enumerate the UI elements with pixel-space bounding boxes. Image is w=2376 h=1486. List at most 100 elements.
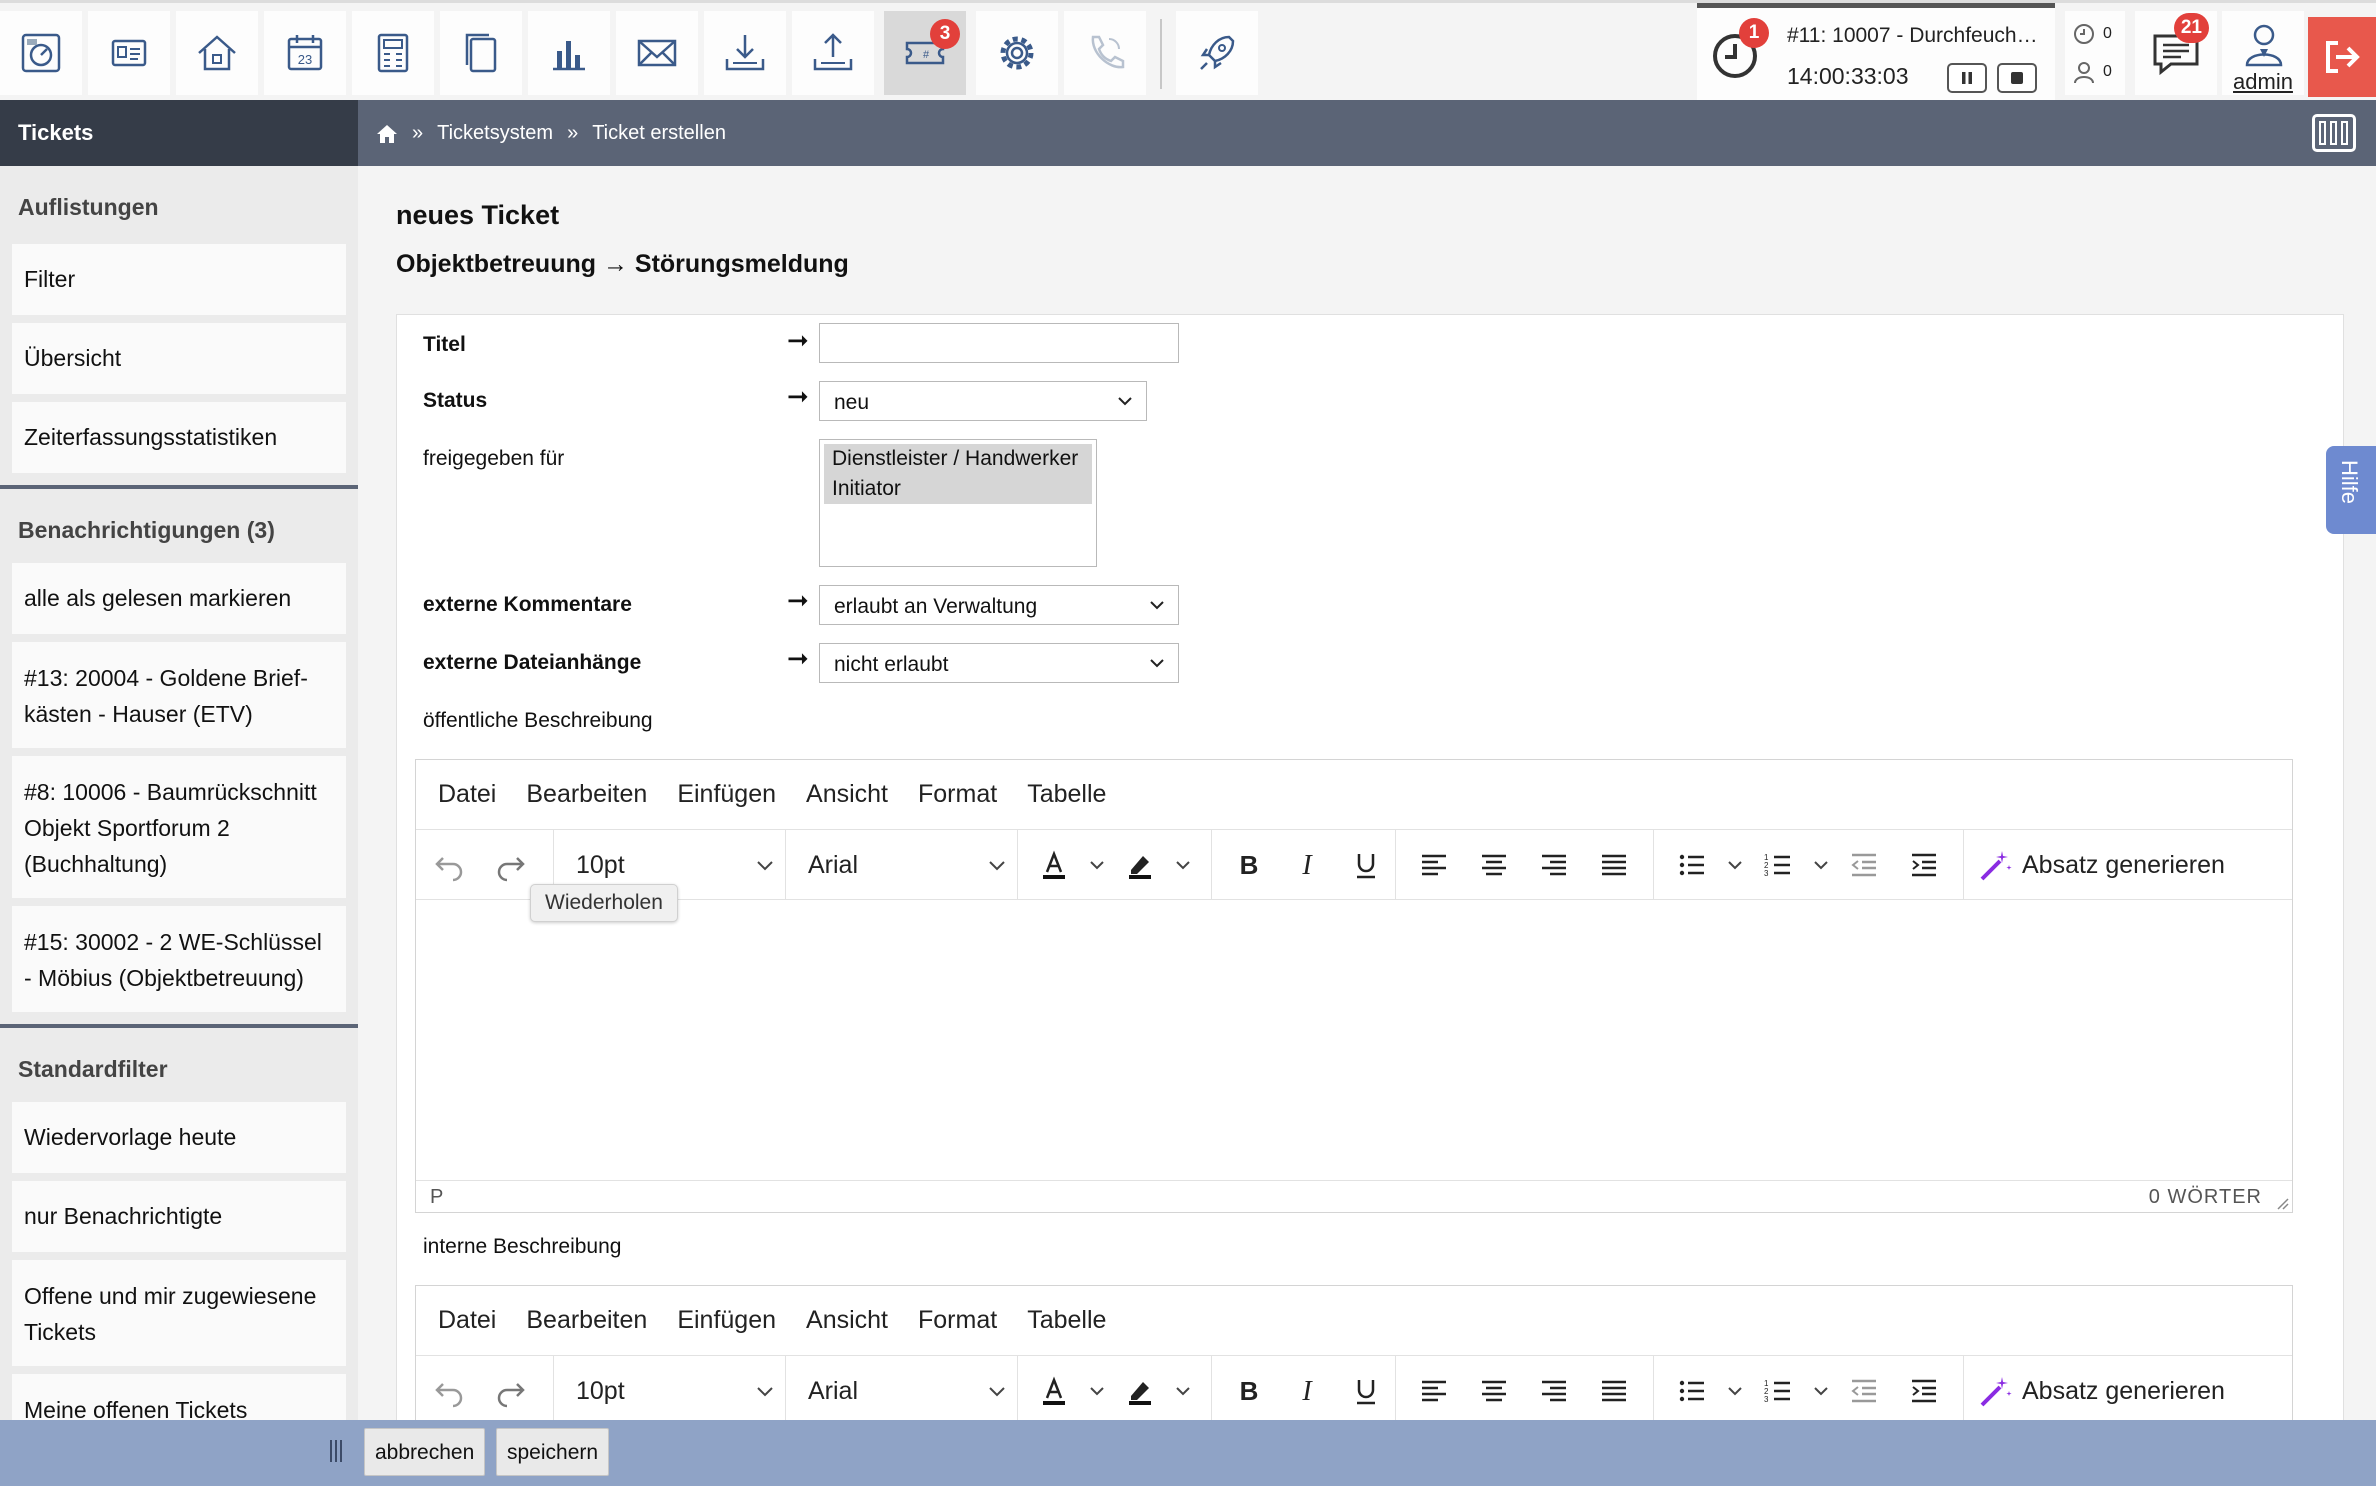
- settings-icon[interactable]: [976, 11, 1058, 95]
- bold-icon[interactable]: B: [1227, 1368, 1271, 1414]
- indent-icon[interactable]: [1901, 1368, 1947, 1414]
- editor-menu-file[interactable]: Datei: [438, 1306, 496, 1335]
- align-center-icon[interactable]: [1471, 1368, 1517, 1414]
- resize-handle-icon[interactable]: [2273, 1194, 2289, 1210]
- chevron-down-icon[interactable]: [1086, 1368, 1108, 1414]
- outdent-icon[interactable]: [1841, 1368, 1887, 1414]
- shared-with-listbox[interactable]: Dienstleister / Handwerker Initiator: [819, 439, 1097, 567]
- underline-icon[interactable]: [1344, 842, 1388, 888]
- help-tab[interactable]: Hilfe: [2326, 446, 2376, 534]
- highlight-color-icon[interactable]: [1117, 842, 1163, 888]
- editor-menu-view[interactable]: Ansicht: [806, 780, 888, 809]
- align-right-icon[interactable]: [1531, 1368, 1577, 1414]
- sidebar-item-mark-all-read[interactable]: alle als gelesen markieren: [12, 563, 346, 634]
- home-icon[interactable]: [376, 124, 398, 144]
- sidebar-notification-item[interactable]: #15: 30002 - 2 WE-Schlüssel - Möbius (Ob…: [12, 906, 346, 1012]
- align-justify-icon[interactable]: [1591, 842, 1637, 888]
- sidebar-item-due-today[interactable]: Wiedervorlage heute: [12, 1102, 346, 1173]
- align-left-icon[interactable]: [1411, 1368, 1457, 1414]
- sidebar-item-my-open[interactable]: Meine offenen Tickets: [12, 1374, 346, 1420]
- editor-menu-insert[interactable]: Einfügen: [677, 1306, 776, 1335]
- mail-icon[interactable]: [616, 11, 698, 95]
- editor-menu-file[interactable]: Datei: [438, 780, 496, 809]
- editor-element-path[interactable]: P: [430, 1186, 443, 1209]
- undo-icon[interactable]: [427, 842, 473, 888]
- user-menu[interactable]: admin: [2222, 11, 2304, 95]
- external-attachments-select[interactable]: nicht erlaubt: [819, 643, 1179, 683]
- sidebar-notification-item[interactable]: #13: 20004 - Goldene Brief­kästen - Haus…: [12, 642, 346, 748]
- phone-icon[interactable]: [1064, 11, 1146, 95]
- font-size-select[interactable]: 10pt: [554, 1356, 785, 1420]
- title-input[interactable]: [819, 323, 1179, 363]
- cancel-button[interactable]: abbrechen: [364, 1428, 486, 1476]
- download-icon[interactable]: [704, 11, 786, 95]
- tickets-icon[interactable]: # 3: [884, 11, 966, 95]
- bullet-list-icon[interactable]: [1669, 842, 1715, 888]
- documents-icon[interactable]: [440, 11, 522, 95]
- messages-button[interactable]: 21: [2135, 11, 2217, 95]
- timer-ticket-title[interactable]: #11: 10007 - Durchfeucht…: [1787, 24, 2043, 48]
- align-justify-icon[interactable]: [1591, 1368, 1637, 1414]
- contacts-icon[interactable]: [88, 11, 170, 95]
- pause-button[interactable]: [1947, 63, 1987, 93]
- status-select[interactable]: neu: [819, 381, 1147, 421]
- highlight-color-icon[interactable]: [1117, 1368, 1163, 1414]
- editor-menu-table[interactable]: Tabelle: [1027, 1306, 1106, 1335]
- redo-icon[interactable]: [487, 842, 533, 888]
- chevron-down-icon[interactable]: [1724, 1368, 1746, 1414]
- chevron-down-icon[interactable]: [1172, 1368, 1194, 1414]
- public-description-textarea[interactable]: [416, 900, 2292, 1180]
- bold-icon[interactable]: B: [1227, 842, 1271, 888]
- users-online-icon[interactable]: [2071, 59, 2097, 85]
- indent-icon[interactable]: [1901, 842, 1947, 888]
- save-button[interactable]: speichern: [496, 1428, 610, 1476]
- sidebar-notification-item[interactable]: #8: 10006 - Baumrückschnitt Objekt Sport…: [12, 756, 346, 898]
- undo-icon[interactable]: [427, 1368, 473, 1414]
- dashboard-icon[interactable]: [0, 11, 82, 95]
- sidebar-item-overview[interactable]: Übersicht: [12, 323, 346, 394]
- columns-toggle-icon[interactable]: [2312, 114, 2356, 152]
- editor-menu-edit[interactable]: Bearbeiten: [526, 780, 647, 809]
- shared-with-option[interactable]: Initiator: [824, 474, 1092, 504]
- bullet-list-icon[interactable]: [1669, 1368, 1715, 1414]
- sidebar-item-filter[interactable]: Filter: [12, 244, 346, 315]
- chevron-down-icon[interactable]: [1810, 1368, 1832, 1414]
- sidebar-resize-handle-icon[interactable]: [330, 1440, 348, 1466]
- user-name-link[interactable]: admin: [2222, 69, 2304, 95]
- outdent-icon[interactable]: [1841, 842, 1887, 888]
- property-icon[interactable]: [176, 11, 258, 95]
- calendar-icon[interactable]: 23: [264, 11, 346, 95]
- editor-menu-view[interactable]: Ansicht: [806, 1306, 888, 1335]
- breadcrumb-ticketsystem[interactable]: Ticketsystem: [437, 122, 553, 145]
- sidebar-item-open-assigned[interactable]: Offene und mir zugewiesene Tickets: [12, 1260, 346, 1366]
- logout-button[interactable]: [2308, 17, 2376, 97]
- sidebar-item-notified-only[interactable]: nur Benachrichtigte: [12, 1181, 346, 1252]
- text-color-icon[interactable]: [1031, 842, 1077, 888]
- editor-menu-format[interactable]: Format: [918, 780, 997, 809]
- external-comments-select[interactable]: erlaubt an Verwaltung: [819, 585, 1179, 625]
- numbered-list-icon[interactable]: 123: [1755, 842, 1801, 888]
- align-center-icon[interactable]: [1471, 842, 1517, 888]
- editor-menu-format[interactable]: Format: [918, 1306, 997, 1335]
- text-color-icon[interactable]: [1031, 1368, 1077, 1414]
- chevron-down-icon[interactable]: [1172, 842, 1194, 888]
- accounting-icon[interactable]: [352, 11, 434, 95]
- generate-paragraph-button[interactable]: Absatz generieren: [1964, 1356, 2292, 1420]
- upload-icon[interactable]: [792, 11, 874, 95]
- generate-paragraph-button[interactable]: Absatz generieren: [1964, 830, 2294, 900]
- italic-icon[interactable]: I: [1285, 842, 1329, 888]
- statistics-icon[interactable]: [528, 11, 610, 95]
- history-icon[interactable]: [2071, 21, 2097, 47]
- redo-icon[interactable]: [487, 1368, 533, 1414]
- align-right-icon[interactable]: [1531, 842, 1577, 888]
- sidebar-item-time-stats[interactable]: Zeiterfassungsstatistiken: [12, 402, 346, 473]
- numbered-list-icon[interactable]: 123: [1755, 1368, 1801, 1414]
- chevron-down-icon[interactable]: [1810, 842, 1832, 888]
- editor-menu-edit[interactable]: Bearbeiten: [526, 1306, 647, 1335]
- stop-button[interactable]: [1997, 63, 2037, 93]
- font-family-select[interactable]: Arial: [786, 1356, 1017, 1420]
- rocket-icon[interactable]: [1176, 11, 1258, 95]
- underline-icon[interactable]: [1344, 1368, 1388, 1414]
- editor-menu-insert[interactable]: Einfügen: [677, 780, 776, 809]
- chevron-down-icon[interactable]: [1724, 842, 1746, 888]
